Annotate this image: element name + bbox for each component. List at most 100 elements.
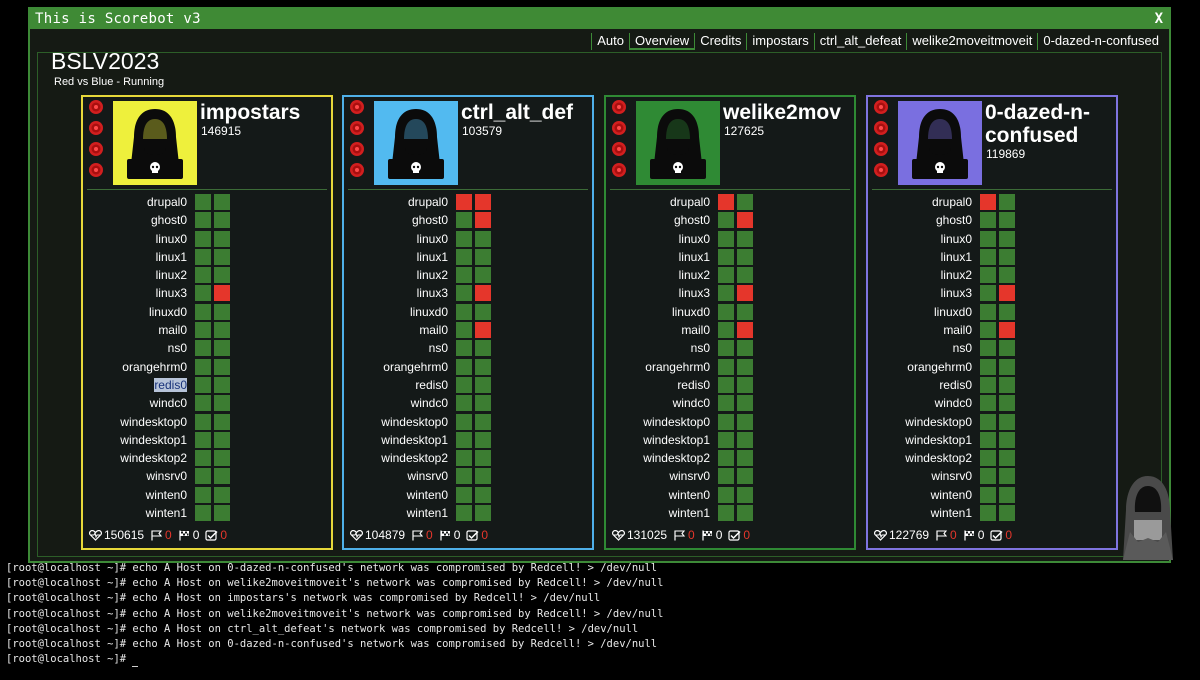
service-row: windc0	[868, 394, 1116, 412]
service-status-box	[737, 450, 753, 467]
rose-icon	[349, 120, 365, 136]
service-name: linux0	[416, 231, 448, 246]
service-status-box	[214, 340, 230, 357]
service-status-box	[737, 303, 753, 320]
service-status-box	[980, 230, 996, 247]
rose-icon	[88, 162, 104, 178]
team-name[interactable]: welike2mov	[723, 101, 851, 124]
service-row: winsrv0	[606, 467, 854, 485]
service-status-box	[456, 468, 472, 485]
terminal-output: [root@localhost ~]# echo A Host on 0-daz…	[6, 561, 664, 668]
service-name: orangehrm0	[645, 359, 710, 374]
service-name: linux3	[155, 286, 187, 301]
service-status-box	[718, 267, 734, 284]
flag-icon	[411, 528, 426, 542]
stat-flags-lost: 0	[950, 528, 957, 542]
service-status-box	[980, 303, 996, 320]
divider	[348, 189, 588, 190]
service-name: linuxd0	[409, 304, 448, 319]
close-button[interactable]: X	[1155, 11, 1163, 27]
service-status-box	[475, 340, 491, 357]
service-name: linux0	[155, 231, 187, 246]
service-name: linuxd0	[933, 304, 972, 319]
service-row: winsrv0	[83, 467, 331, 485]
service-status-box	[980, 505, 996, 522]
service-status-box	[456, 322, 472, 339]
service-status-box	[737, 486, 753, 503]
service-row: windesktop2	[83, 449, 331, 467]
checkbox-icon	[728, 528, 743, 542]
service-name: ghost0	[935, 213, 972, 228]
service-row: windesktop0	[606, 413, 854, 431]
service-row: ghost0	[344, 211, 592, 229]
health-icon	[612, 528, 627, 542]
service-row: ns0	[606, 339, 854, 357]
service-status-box	[475, 468, 491, 485]
service-status-box	[195, 322, 211, 339]
stat-health: 150615	[104, 528, 145, 542]
health-icon	[89, 528, 104, 542]
service-row: winten1	[344, 504, 592, 522]
service-status-box	[214, 486, 230, 503]
window-title: This is Scorebot v3	[35, 11, 201, 27]
service-status-box	[214, 413, 230, 430]
service-status-box	[475, 486, 491, 503]
service-name: ghost0	[411, 213, 448, 228]
service-status-box	[980, 285, 996, 302]
service-name: mail0	[681, 323, 710, 338]
service-status-box	[475, 322, 491, 339]
service-row: winten1	[868, 504, 1116, 522]
service-name: winten0	[406, 487, 448, 502]
tab-impostars[interactable]: impostars	[746, 33, 813, 50]
service-status-box	[475, 431, 491, 448]
tab-ctrl-alt-defeat[interactable]: ctrl_alt_defeat	[813, 33, 907, 50]
service-status-box	[980, 486, 996, 503]
terminal-prompt[interactable]: [root@localhost ~]#	[6, 652, 663, 668]
service-status-box	[214, 505, 230, 522]
service-status-box	[456, 248, 472, 265]
service-status-box	[214, 450, 230, 467]
service-status-box	[999, 340, 1015, 357]
service-status-box	[737, 230, 753, 247]
checkbox-icon	[205, 528, 220, 542]
tab-0-dazed-n-confused[interactable]: 0-dazed-n-confused	[1037, 33, 1164, 50]
service-row: winten0	[344, 486, 592, 504]
badge-column	[873, 99, 891, 185]
terminal-line: [root@localhost ~]# echo A Host on welik…	[6, 607, 664, 620]
service-status-box	[737, 431, 753, 448]
service-row: mail0	[868, 321, 1116, 339]
service-name: windesktop2	[381, 451, 448, 466]
service-status-box	[999, 303, 1015, 320]
team-name[interactable]: impostars	[200, 101, 328, 124]
tab-overview[interactable]: Overview	[629, 33, 695, 50]
service-status-box	[195, 340, 211, 357]
service-list: drupal0 ghost0 linux0 linux1 linux2 linux3 lin…	[83, 193, 331, 522]
service-status-box	[980, 358, 996, 375]
checkered-flag-icon	[963, 528, 978, 542]
service-status-box	[999, 230, 1015, 247]
service-name: winsrv0	[407, 469, 448, 484]
service-name: windc0	[410, 396, 448, 411]
service-status-box	[214, 358, 230, 375]
tab-welike2moveitmoveit[interactable]: welike2moveitmoveit	[906, 33, 1037, 50]
service-status-box	[718, 395, 734, 412]
checkered-flag-icon	[439, 528, 454, 542]
team-name[interactable]: ctrl_alt_def	[461, 101, 589, 124]
service-status-box	[718, 505, 734, 522]
service-row: windesktop2	[606, 449, 854, 467]
service-status-box	[214, 376, 230, 393]
service-name: linux0	[940, 231, 972, 246]
event-title: BSLV2023	[51, 48, 160, 74]
service-status-box	[737, 505, 753, 522]
cursor	[132, 666, 139, 668]
service-status-box	[195, 267, 211, 284]
service-name: linux2	[155, 268, 187, 283]
tab-auto[interactable]: Auto	[591, 33, 629, 50]
team-avatar	[374, 101, 458, 185]
team-name[interactable]: 0-dazed-n-confused	[985, 101, 1113, 147]
service-status-box	[737, 376, 753, 393]
service-row: winsrv0	[868, 467, 1116, 485]
service-row: mail0	[606, 321, 854, 339]
tab-credits[interactable]: Credits	[694, 33, 746, 50]
service-row: linux1	[606, 248, 854, 266]
